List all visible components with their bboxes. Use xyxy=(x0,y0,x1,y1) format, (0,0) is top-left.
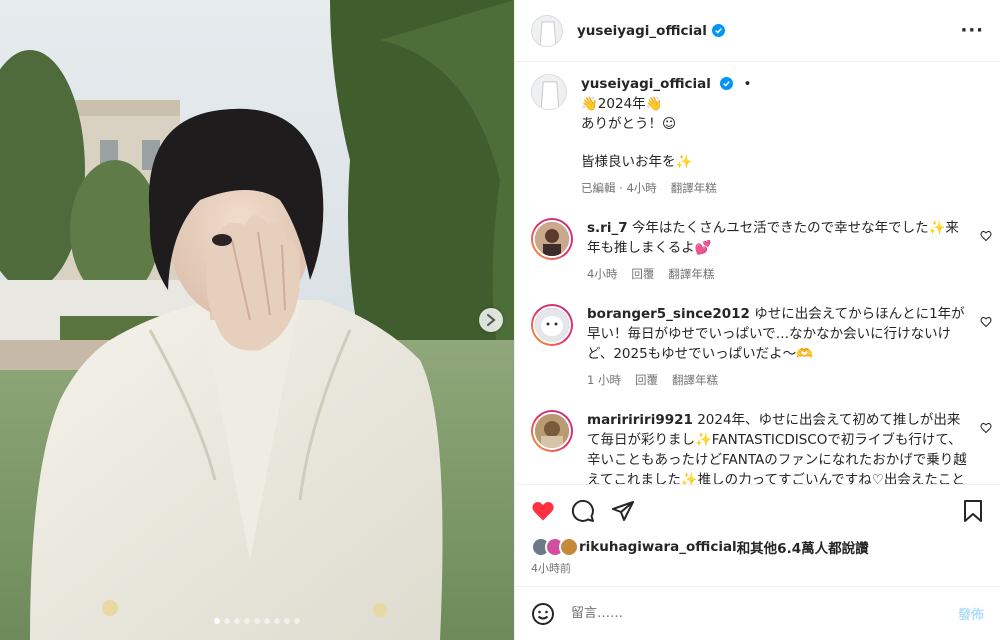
post-timestamp: 4小時前 xyxy=(531,562,571,575)
reply-button[interactable]: 回覆 xyxy=(635,372,658,388)
comment-like-icon[interactable] xyxy=(980,422,992,434)
post-photo xyxy=(0,0,514,640)
next-photo-button[interactable] xyxy=(479,308,503,332)
liker-avatars xyxy=(531,537,579,557)
comment-item: s.ri_7 今年はたくさんユセ活できたので幸せな年でした✨来年も推しまくるよ💕… xyxy=(531,218,992,282)
carousel-dot xyxy=(264,618,270,624)
carousel-dot xyxy=(284,618,290,624)
likes-count-text[interactable]: 和其他6.4萬人都說讚 xyxy=(737,537,869,557)
likes-summary[interactable]: rikuhagiwara_official 和其他6.4萬人都說讚 xyxy=(515,536,1000,558)
caption: yuseiyagi_official • 👋2024年👋 ありがとう！☺ 皆様良… xyxy=(531,74,984,196)
comment-icon[interactable] xyxy=(571,499,595,523)
translate-link[interactable]: 翻譯年糕 xyxy=(672,372,718,388)
post-sidebar: yuseiyagi_official ··· yuseiyagi_officia… xyxy=(514,0,1000,640)
post-header: yuseiyagi_official ··· xyxy=(515,0,1000,62)
comments-scroll[interactable]: yuseiyagi_official • 👋2024年👋 ありがとう！☺ 皆様良… xyxy=(515,62,1000,484)
carousel-dot xyxy=(294,618,300,624)
commenter-avatar[interactable] xyxy=(531,304,573,346)
liker-username[interactable]: rikuhagiwara_official xyxy=(579,539,737,555)
comment-like-icon[interactable] xyxy=(980,316,992,328)
share-icon[interactable] xyxy=(611,499,635,523)
comment-item: mariririri9921 2024年、ゆせに出会えて初めて推しが出来て毎日が… xyxy=(531,410,992,484)
carousel-dot xyxy=(214,618,220,624)
comment-time: 1 小時 xyxy=(587,373,621,387)
post-dialog: yuseiyagi_official ··· yuseiyagi_officia… xyxy=(0,0,1000,640)
carousel-indicator xyxy=(0,618,514,624)
author-username[interactable]: yuseiyagi_official xyxy=(577,23,707,39)
liked-heart-icon[interactable] xyxy=(531,499,555,523)
action-bar xyxy=(515,484,1000,536)
caption-line-2: ありがとう！☺ xyxy=(581,116,677,132)
bookmark-icon[interactable] xyxy=(962,499,984,523)
comment-like-icon[interactable] xyxy=(980,230,992,242)
add-comment-bar: 發佈 xyxy=(515,586,1000,640)
verified-icon xyxy=(711,24,725,37)
comment-username[interactable]: mariririri9921 xyxy=(587,412,693,428)
reply-button[interactable]: 回覆 xyxy=(631,266,654,282)
comment-time: 4小時 xyxy=(587,267,618,281)
more-options-icon[interactable]: ··· xyxy=(960,20,984,41)
caption-translate-link[interactable]: 翻譯年糕 xyxy=(671,180,717,196)
emoji-icon[interactable] xyxy=(531,602,555,626)
author-avatar[interactable] xyxy=(531,74,567,110)
carousel-dot xyxy=(274,618,280,624)
chevron-right-icon xyxy=(487,314,496,326)
carousel-dot xyxy=(224,618,230,624)
verified-icon xyxy=(720,77,734,90)
caption-edited-time: 已編輯 · 4小時 xyxy=(581,181,657,195)
carousel-dot xyxy=(254,618,260,624)
commenter-avatar[interactable] xyxy=(531,410,573,452)
caption-username[interactable]: yuseiyagi_official xyxy=(581,76,711,92)
carousel-dot xyxy=(234,618,240,624)
comment-input[interactable] xyxy=(571,606,942,621)
caption-line-3: 皆様良いお年を✨ xyxy=(581,154,693,170)
separator-dot: • xyxy=(743,76,752,92)
post-media[interactable] xyxy=(0,0,514,640)
comment-text: 今年はたくさんユセ活できたので幸せな年でした✨来年も推しまくるよ💕 xyxy=(587,220,959,256)
comment-item: boranger5_since2012 ゆせに出会えてからほんとに1年が早い！毎… xyxy=(531,304,992,388)
comment-username[interactable]: s.ri_7 xyxy=(587,220,628,236)
commenter-avatar[interactable] xyxy=(531,218,573,260)
post-comment-button[interactable]: 發佈 xyxy=(958,604,984,623)
carousel-dot xyxy=(244,618,250,624)
author-avatar[interactable] xyxy=(531,14,563,47)
comment-username[interactable]: boranger5_since2012 xyxy=(587,306,750,322)
translate-link[interactable]: 翻譯年糕 xyxy=(668,266,714,282)
caption-line-1: 👋2024年👋 xyxy=(581,96,663,112)
